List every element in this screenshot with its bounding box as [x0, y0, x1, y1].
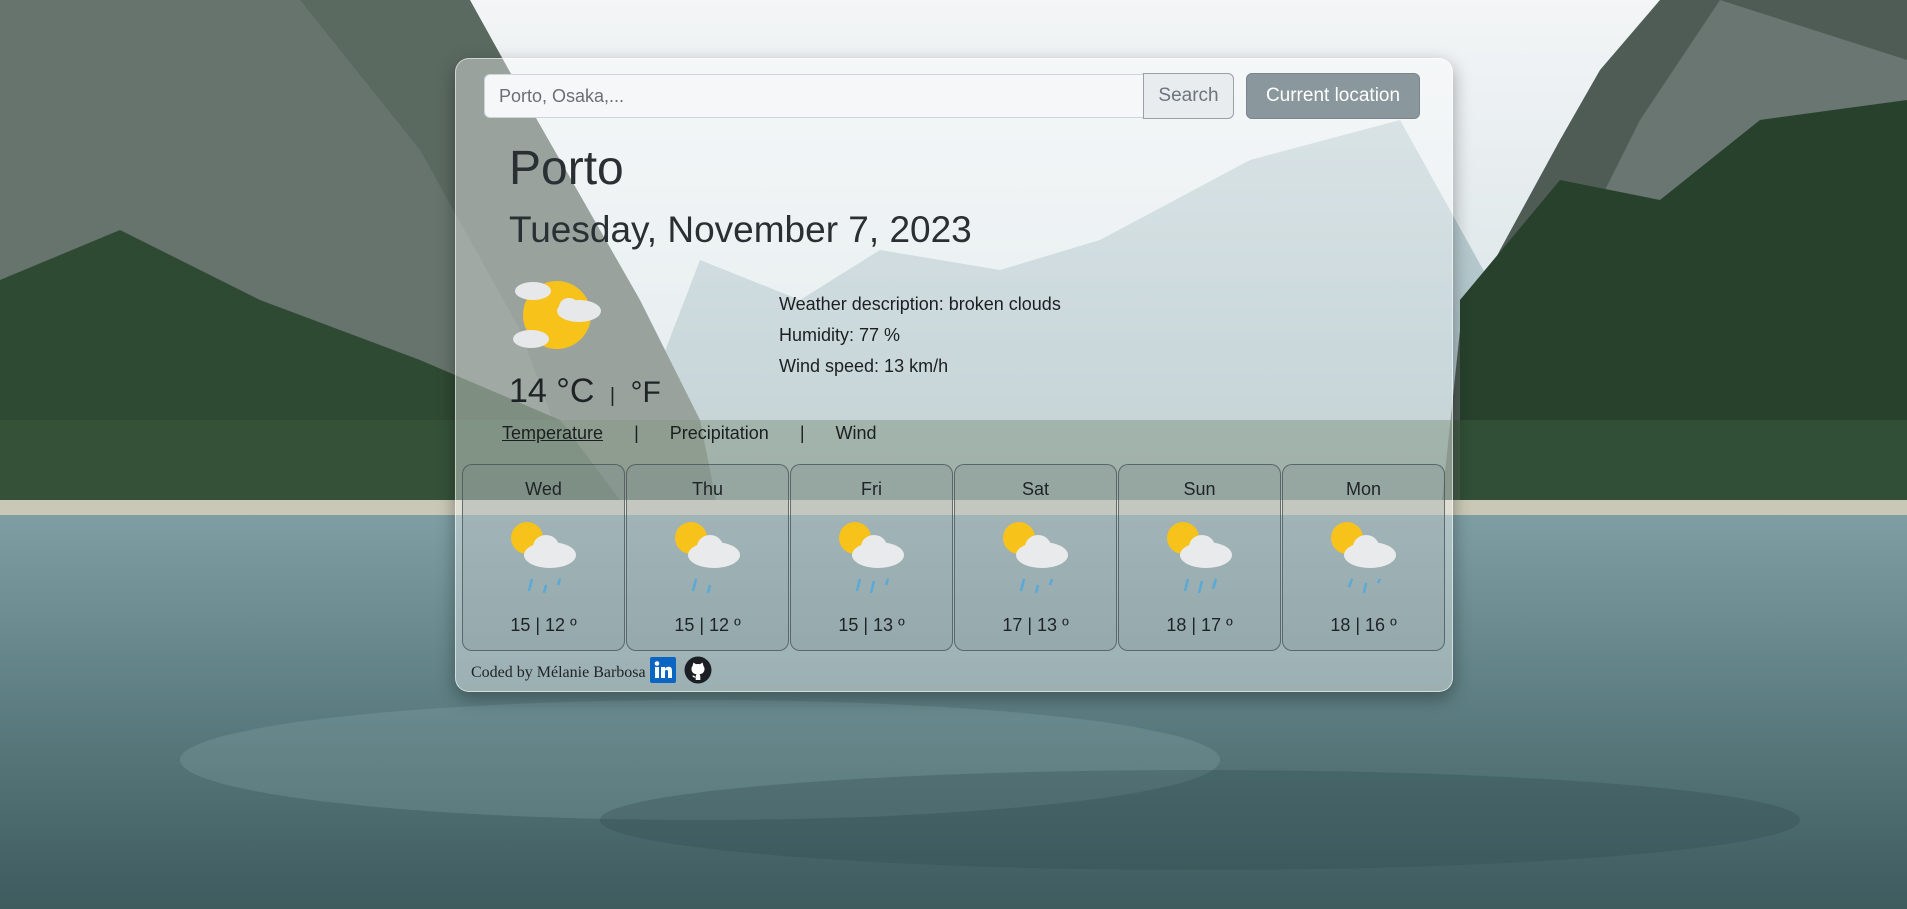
- forecast-day-name: Fri: [861, 479, 882, 499]
- forecast-temp-range: 18 | 17 º: [1166, 615, 1233, 635]
- github-icon[interactable]: [684, 656, 712, 689]
- linkedin-icon[interactable]: [649, 657, 676, 688]
- forecast-temp-range: 18 | 16 º: [1330, 615, 1397, 635]
- current-temperature: 14 °C | °F: [509, 372, 661, 411]
- footer: Coded by Mélanie Barbosa: [471, 656, 712, 689]
- weather-description: Weather description: broken clouds: [779, 294, 1061, 314]
- forecast-temp-range: 15 | 12 º: [510, 615, 577, 635]
- sun-cloud-rain-icon: [511, 522, 576, 594]
- tab-separator: |: [634, 423, 639, 443]
- forecast-day-name: Thu: [691, 479, 724, 499]
- fahrenheit-unit[interactable]: °F: [631, 376, 661, 409]
- current-date: Tuesday, November 7, 2023: [509, 209, 972, 250]
- forecast-day-name: Wed: [525, 479, 562, 499]
- weather-details: Weather description: broken clouds Humid…: [779, 289, 1061, 382]
- search-button[interactable]: Search: [1143, 73, 1234, 119]
- sun-behind-clouds-icon: [513, 281, 601, 349]
- sun-cloud-rain-icon: [1167, 522, 1232, 594]
- sun-cloud-rain-icon: [1331, 522, 1396, 594]
- forecast-day-thu: Thu 15 | 12 º: [626, 464, 789, 651]
- tab-precipitation[interactable]: Precipitation: [670, 423, 769, 444]
- forecast-day-name: Sun: [1183, 479, 1216, 499]
- forecast-day-sat: Sat 17 | 13 º: [954, 464, 1117, 651]
- sun-cloud-rain-icon: [839, 522, 904, 594]
- search-form: Search Current location: [484, 73, 1420, 119]
- forecast-day-sun: Sun 18 | 17 º: [1118, 464, 1281, 651]
- forecast-temp-range: 17 | 13 º: [1002, 615, 1069, 635]
- forecast-day-name: Mon: [1345, 479, 1381, 499]
- temperature-value: 14: [509, 372, 547, 410]
- unit-separator: |: [609, 385, 616, 407]
- humidity: Humidity: 77 %: [779, 325, 901, 345]
- daily-forecast: Wed 15 | 12 º Thu 15 | 12 º Fri 15 | 13 …: [462, 464, 1446, 651]
- wind-speed: Wind speed: 13 km/h: [779, 356, 949, 376]
- forecast-day-fri: Fri 15 | 13 º: [790, 464, 953, 651]
- forecast-temp-range: 15 | 12 º: [674, 615, 741, 635]
- forecast-tabs: Temperature | Precipitation | Wind: [502, 423, 877, 444]
- celsius-unit[interactable]: °C: [556, 372, 594, 410]
- search-input[interactable]: [484, 74, 1143, 118]
- weather-card: Search Current location Porto Tuesday, N…: [455, 58, 1453, 692]
- footer-credit: Coded by Mélanie Barbosa: [471, 663, 646, 681]
- tab-wind[interactable]: Wind: [836, 423, 877, 444]
- tab-temperature[interactable]: Temperature: [502, 423, 603, 444]
- forecast-day-name: Sat: [1021, 479, 1050, 499]
- sun-cloud-rain-icon: [675, 522, 740, 594]
- forecast-day-wed: Wed 15 | 12 º: [462, 464, 625, 651]
- current-location-button[interactable]: Current location: [1246, 73, 1420, 119]
- sun-cloud-rain-icon: [1003, 522, 1068, 594]
- city-name: Porto: [509, 142, 624, 195]
- forecast-day-mon: Mon 18 | 16 º: [1282, 464, 1445, 651]
- forecast-temp-range: 15 | 13 º: [838, 615, 905, 635]
- tab-separator: |: [799, 423, 805, 443]
